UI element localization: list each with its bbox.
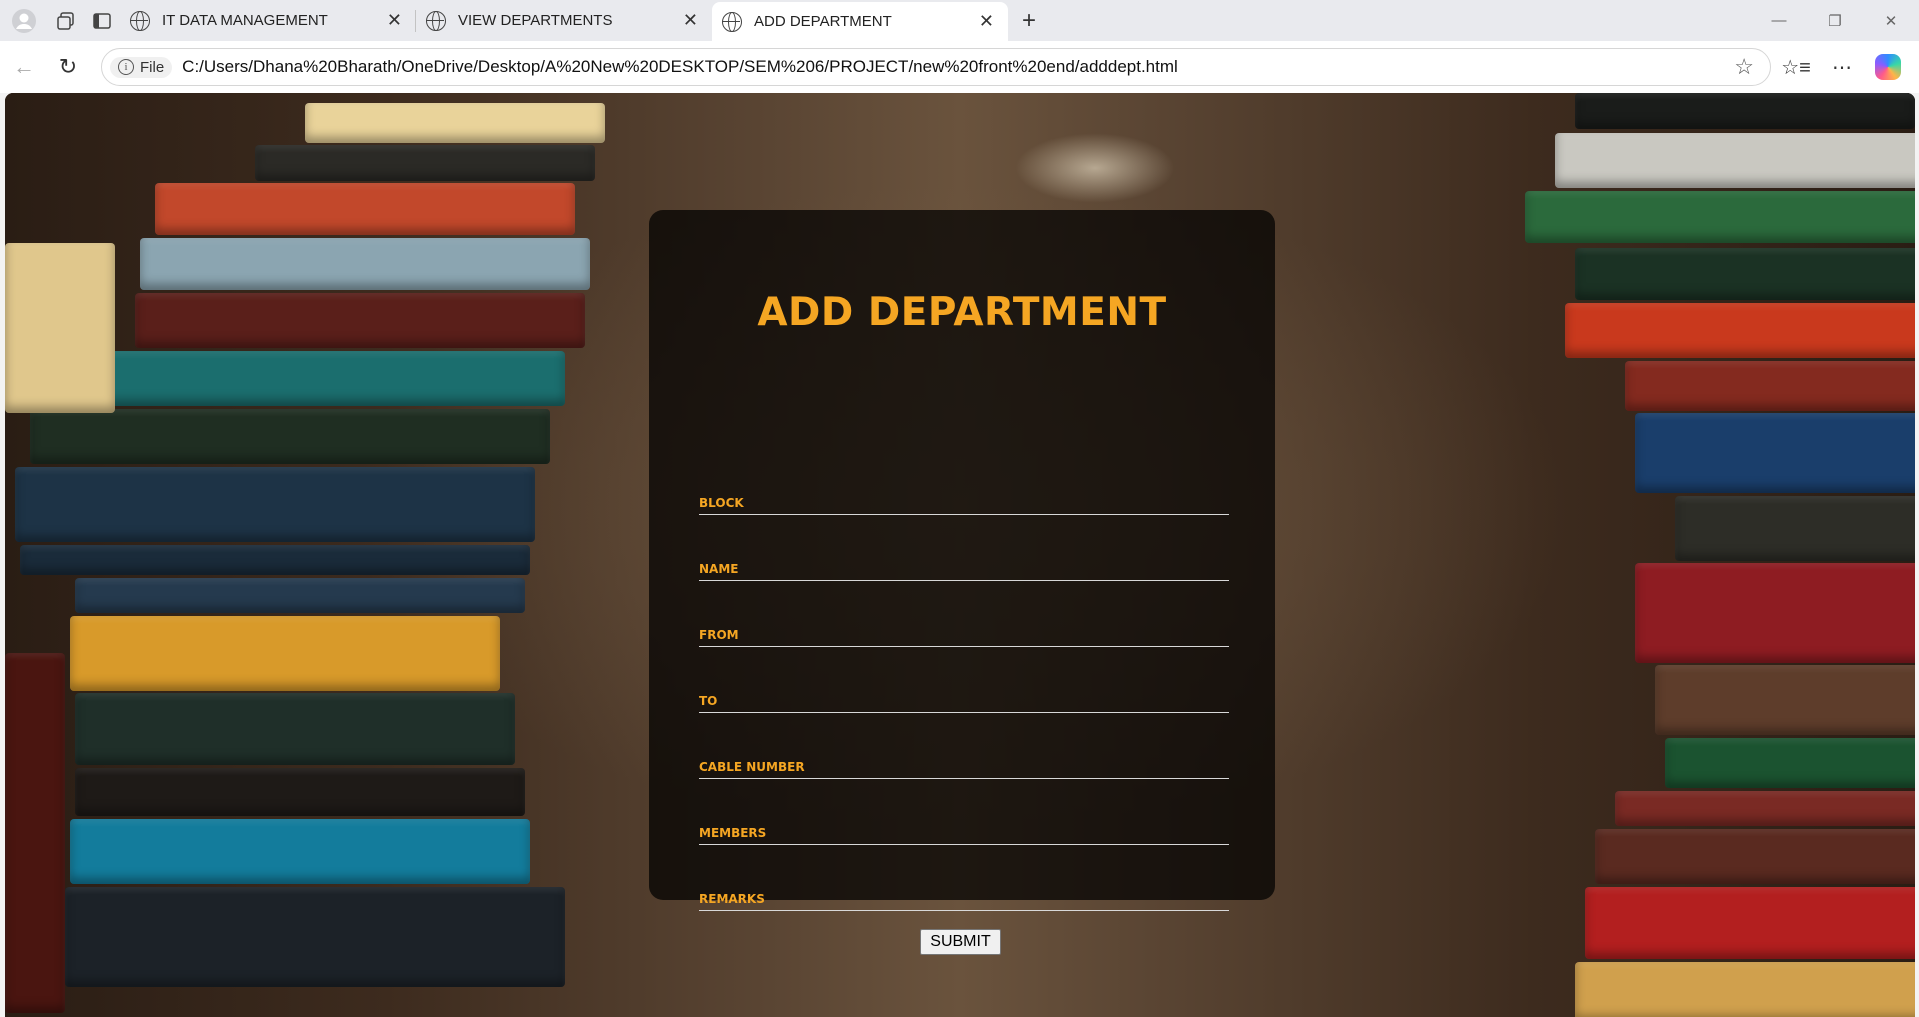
tab-title: IT DATA MANAGEMENT <box>162 12 328 29</box>
submit-button[interactable]: SUBMIT <box>920 929 1001 955</box>
close-icon[interactable]: ✕ <box>979 11 994 32</box>
globe-icon <box>426 10 446 31</box>
back-arrow-icon[interactable]: ← <box>2 47 46 87</box>
new-tab-button[interactable]: + <box>1008 0 1050 41</box>
refresh-icon[interactable]: ↻ <box>46 47 90 87</box>
cable-number-input[interactable] <box>699 750 1229 778</box>
from-input[interactable] <box>699 618 1229 646</box>
workspaces-icon[interactable] <box>48 0 84 41</box>
right-book-stack <box>1275 93 1915 1017</box>
tab-title: ADD DEPARTMENT <box>754 13 892 30</box>
tab-add-department[interactable]: ADD DEPARTMENT ✕ <box>712 2 1008 41</box>
remarks-input[interactable] <box>699 882 1229 910</box>
close-icon[interactable]: ✕ <box>387 10 402 31</box>
light-glow <box>1015 133 1175 203</box>
window-controls: — ❐ ✕ <box>1751 0 1919 41</box>
form-title: ADD DEPARTMENT <box>757 290 1167 335</box>
browser-tab-bar: IT DATA MANAGEMENT ✕ VIEW DEPARTMENTS ✕ … <box>0 0 1919 41</box>
tab-actions-icon[interactable] <box>84 0 120 41</box>
left-book-stack <box>5 93 645 1017</box>
close-window-icon[interactable]: ✕ <box>1863 0 1919 41</box>
close-icon[interactable]: ✕ <box>683 10 698 31</box>
more-menu-icon[interactable]: ⋯ <box>1819 47 1865 87</box>
favorites-icon[interactable]: ☆≡ <box>1773 47 1819 87</box>
block-field[interactable]: BLOCK <box>699 485 1229 515</box>
profile-icon[interactable] <box>0 0 48 41</box>
to-field[interactable]: TO <box>699 683 1229 713</box>
name-field[interactable]: NAME <box>699 551 1229 581</box>
name-input[interactable] <box>699 552 1229 580</box>
add-department-form: ADD DEPARTMENT BLOCK NAME FROM TO CABLE … <box>649 210 1275 911</box>
scheme-label: File <box>140 58 165 76</box>
address-bar[interactable]: i File C:/Users/Dhana%20Bharath/OneDrive… <box>101 48 1771 86</box>
restore-icon[interactable]: ❐ <box>1807 0 1863 41</box>
tab-it-data-management[interactable]: IT DATA MANAGEMENT ✕ <box>120 0 416 41</box>
members-input[interactable] <box>699 816 1229 844</box>
tab-title: VIEW DEPARTMENTS <box>458 12 613 29</box>
cable-number-field[interactable]: CABLE NUMBER <box>699 749 1229 779</box>
toolbar-right: ☆≡ ⋯ <box>1773 47 1911 87</box>
tab-view-departments[interactable]: VIEW DEPARTMENTS ✕ <box>416 0 712 41</box>
browser-toolbar: ← ↻ i File C:/Users/Dhana%20Bharath/OneD… <box>0 41 1919 93</box>
block-input[interactable] <box>699 486 1229 514</box>
globe-icon <box>722 11 742 32</box>
copilot-icon[interactable] <box>1865 47 1911 87</box>
page-viewport: ADD DEPARTMENT BLOCK NAME FROM TO CABLE … <box>5 93 1915 1017</box>
url-text[interactable]: C:/Users/Dhana%20Bharath/OneDrive/Deskto… <box>182 57 1178 77</box>
globe-icon <box>130 10 150 31</box>
from-field[interactable]: FROM <box>699 617 1229 647</box>
info-icon: i <box>118 59 134 75</box>
members-field[interactable]: MEMBERS <box>699 815 1229 845</box>
to-input[interactable] <box>699 684 1229 712</box>
favorite-star-icon[interactable]: ☆ <box>1734 54 1754 80</box>
minimize-icon[interactable]: — <box>1751 0 1807 41</box>
site-info-button[interactable]: i File <box>110 56 173 78</box>
remarks-field[interactable]: REMARKS <box>699 881 1229 911</box>
